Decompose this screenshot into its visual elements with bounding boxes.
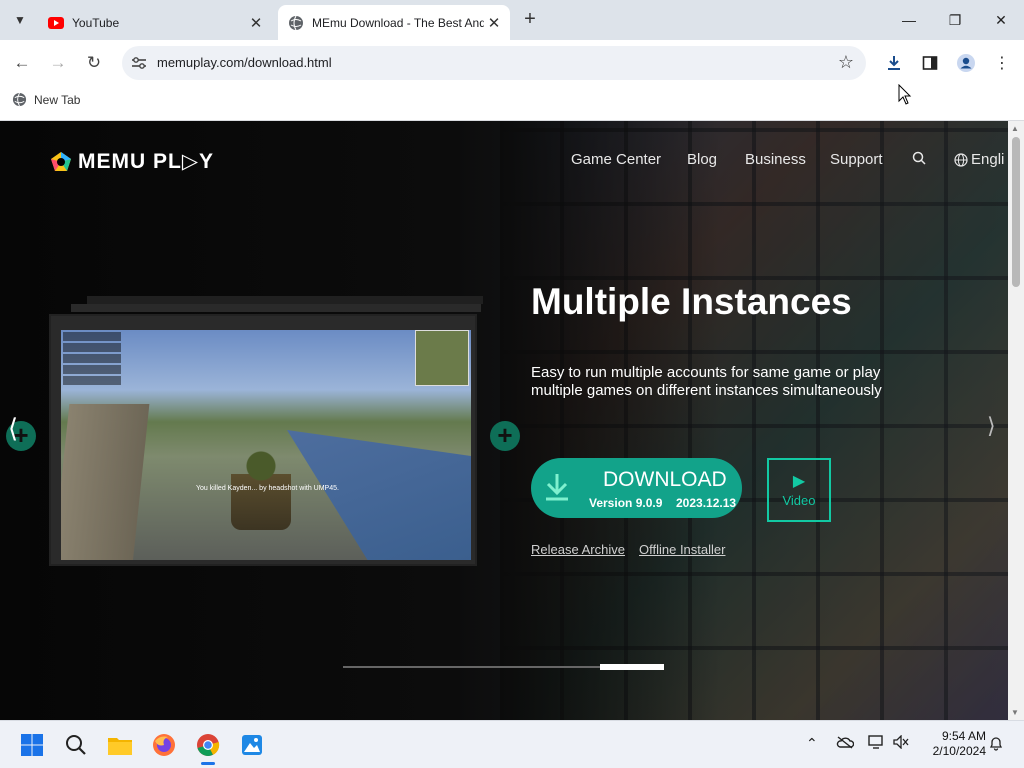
file-explorer-icon[interactable] — [104, 729, 136, 761]
taskbar-clock[interactable]: 9:54 AM 2/10/2024 — [920, 729, 986, 759]
tab-search-button[interactable]: ▼ — [8, 8, 32, 32]
slider-progress[interactable] — [343, 664, 664, 670]
close-window-button[interactable]: ✕ — [978, 0, 1024, 40]
version-text: Version 9.0.9 — [589, 496, 663, 510]
forward-button[interactable]: → — [44, 49, 72, 77]
page-scrollbar[interactable]: ▲ ▼ — [1008, 121, 1024, 720]
preview-stack-layer — [87, 296, 483, 304]
back-button[interactable]: ← — [8, 49, 36, 77]
language-label: Engli — [971, 151, 1005, 168]
slider-prev-arrow[interactable]: ⟨ — [8, 413, 18, 444]
download-arrow-icon — [546, 474, 568, 501]
language-globe-icon — [954, 152, 968, 167]
bookmark-new-tab[interactable]: New Tab — [12, 92, 80, 107]
preview-stack-layer — [71, 304, 481, 312]
clock-date: 2/10/2024 — [932, 744, 986, 758]
show-hidden-icons-icon[interactable]: ⌃ — [806, 735, 818, 752]
memu-logo[interactable]: MEMU PL▷Y — [50, 149, 214, 174]
memu-logo-icon — [51, 151, 71, 171]
game-preview-frame: You killed Kayden... by headshot with UM… — [49, 296, 483, 566]
offline-installer-link[interactable]: Offline Installer — [639, 542, 725, 557]
add-instance-icon: + — [490, 421, 520, 451]
tab-title: MEmu Download - The Best Android Emulato… — [312, 15, 484, 30]
download-label: DOWNLOAD — [603, 468, 727, 491]
youtube-icon — [48, 16, 64, 29]
tab-memu[interactable]: MEmu Download - The Best Android Emulato… — [278, 5, 510, 40]
onedrive-icon[interactable] — [836, 735, 855, 752]
volume-muted-icon[interactable] — [893, 734, 909, 752]
bookmark-star-icon[interactable]: ☆ — [838, 52, 854, 73]
game-screenshot: You killed Kayden... by headshot with UM… — [61, 330, 471, 560]
search-icon[interactable] — [912, 151, 926, 169]
windows-logo-icon — [21, 734, 43, 756]
game-wall — [61, 404, 150, 560]
url-text[interactable]: memuplay.com/download.html — [157, 55, 332, 70]
slider-progress-fill — [600, 664, 664, 670]
tab-youtube[interactable]: YouTube ✕ — [38, 5, 272, 40]
download-button[interactable]: DOWNLOAD Version 9.0.9 2023.12.13 — [531, 458, 742, 518]
nav-game-center[interactable]: Game Center — [571, 151, 661, 168]
release-date-text: 2023.12.13 — [676, 496, 737, 510]
chrome-menu-icon[interactable]: ⋮ — [989, 50, 1015, 76]
scroll-down-icon[interactable]: ▼ — [1011, 708, 1019, 717]
side-panel-icon[interactable] — [917, 50, 943, 76]
page-content: MEMU PL▷Y Game Center Blog Business Supp… — [0, 121, 1008, 720]
scrollbar-thumb[interactable] — [1012, 137, 1020, 287]
video-button[interactable]: ▶ Video — [767, 458, 831, 522]
globe-icon — [12, 92, 27, 107]
downloads-icon[interactable] — [881, 50, 907, 76]
taskbar-search-icon[interactable] — [60, 729, 92, 761]
release-archive-link[interactable]: Release Archive — [531, 542, 625, 557]
video-label: Video — [782, 493, 816, 508]
profile-avatar-icon[interactable] — [953, 50, 979, 76]
play-icon: ▶ — [792, 473, 806, 490]
slider-next-arrow[interactable]: ⟩ — [987, 413, 996, 439]
minimize-button[interactable]: — — [886, 0, 932, 40]
logo-text: MEMU PL▷Y — [78, 150, 214, 173]
photos-app-icon[interactable] — [236, 729, 268, 761]
notification-bell-icon[interactable] — [988, 735, 1004, 754]
slide-heading: Multiple Instances — [531, 281, 852, 322]
scroll-up-icon[interactable]: ▲ — [1011, 124, 1019, 133]
game-kill-message: You killed Kayden... by headshot with UM… — [196, 485, 339, 492]
tab-title: YouTube — [72, 15, 120, 30]
reload-button[interactable]: ↻ — [80, 49, 108, 77]
slide-description: Easy to run multiple accounts for same g… — [531, 364, 882, 399]
game-hud — [63, 332, 123, 392]
restore-button[interactable]: ❐ — [932, 0, 978, 40]
tab-strip: ▼ YouTube ✕ MEmu Download - The Best And… — [0, 0, 1024, 40]
game-minimap — [415, 330, 469, 386]
network-icon[interactable] — [868, 735, 886, 752]
bookmark-label: New Tab — [34, 92, 81, 107]
bookmarks-bar: New Tab — [0, 86, 1024, 121]
nav-support[interactable]: Support — [830, 151, 883, 168]
address-bar[interactable]: memuplay.com/download.html ☆ — [122, 46, 866, 80]
chrome-taskbar-icon[interactable] — [192, 729, 224, 765]
browser-toolbar: ← → ↻ memuplay.com/download.html ☆ ⋮ — [0, 40, 1024, 86]
windows-taskbar: ⌃ 9:54 AM 2/10/2024 — [0, 720, 1024, 768]
mouse-cursor-icon — [898, 84, 912, 105]
new-tab-button[interactable]: + — [518, 8, 542, 32]
start-button[interactable] — [16, 729, 48, 761]
globe-icon — [289, 15, 303, 30]
background-fade — [500, 121, 720, 720]
nav-blog[interactable]: Blog — [687, 151, 717, 168]
firefox-icon[interactable] — [148, 729, 180, 761]
close-tab-icon[interactable]: ✕ — [246, 14, 266, 32]
site-settings-icon[interactable] — [130, 54, 148, 72]
nav-business[interactable]: Business — [745, 151, 806, 168]
language-selector[interactable]: Engli — [954, 151, 1004, 168]
clock-time: 9:54 AM — [941, 729, 986, 743]
close-tab-icon[interactable]: ✕ — [484, 14, 504, 32]
